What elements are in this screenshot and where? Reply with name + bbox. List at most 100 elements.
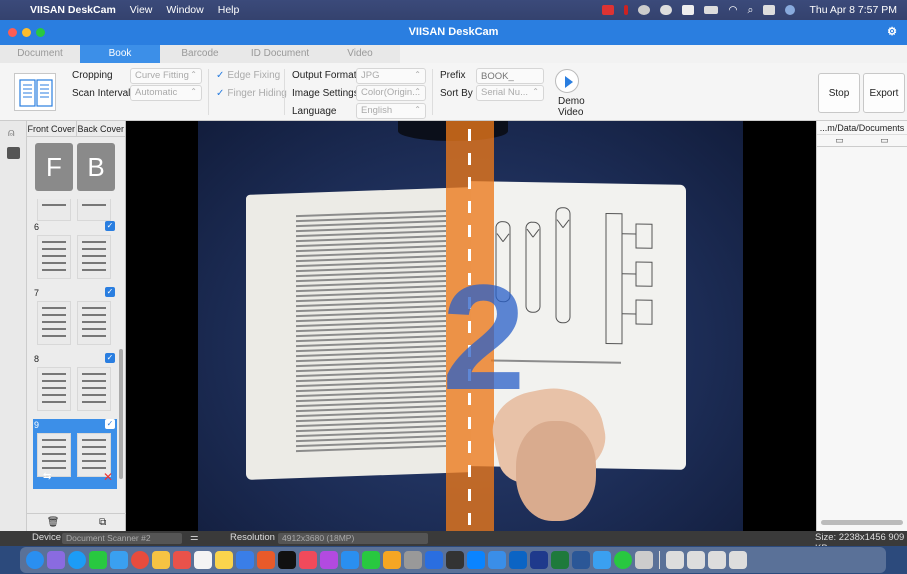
- checkbox-checked-icon[interactable]: ✓: [105, 353, 115, 363]
- image-icon[interactable]: [7, 147, 20, 159]
- trash-bin-icon[interactable]: [729, 551, 747, 569]
- trash-icon[interactable]: 🗑: [47, 517, 60, 528]
- record-icon[interactable]: [624, 5, 629, 15]
- calendar-icon[interactable]: [194, 551, 212, 569]
- list-item-selected[interactable]: 9 ✓ ⇆ ✕: [33, 419, 117, 489]
- page-thumbnail[interactable]: [37, 199, 71, 221]
- facetime-icon[interactable]: [173, 551, 191, 569]
- word-icon[interactable]: [572, 551, 590, 569]
- checkbox-checked-icon[interactable]: ✓: [105, 221, 115, 231]
- reminders-icon[interactable]: [257, 551, 275, 569]
- thumbnail-scrollbar[interactable]: [119, 349, 123, 479]
- mail-icon[interactable]: [602, 5, 615, 15]
- list-item[interactable]: 6 ✓: [33, 221, 117, 287]
- minimized-window-icon[interactable]: [708, 551, 726, 569]
- system-preferences-icon[interactable]: [404, 551, 422, 569]
- menu-view[interactable]: View: [130, 4, 153, 16]
- sort-by-select[interactable]: Serial Nu...: [476, 85, 544, 101]
- menu-window[interactable]: Window: [166, 4, 203, 16]
- minimized-window-icon[interactable]: [687, 551, 705, 569]
- device-select[interactable]: Document Scanner #2: [62, 533, 182, 544]
- wechat-app-icon[interactable]: [362, 551, 380, 569]
- back-cover-slot[interactable]: B: [77, 143, 115, 191]
- menu-app-name[interactable]: VIISAN DeskCam: [30, 4, 116, 16]
- page-thumbnail[interactable]: [77, 301, 111, 345]
- clock[interactable]: Thu Apr 8 7:57 PM: [809, 4, 897, 16]
- stop-button[interactable]: Stop: [818, 73, 860, 113]
- whatsapp-icon[interactable]: [614, 551, 632, 569]
- copy-icon[interactable]: ⧉: [99, 517, 106, 528]
- tab-back-cover[interactable]: Back Cover: [75, 121, 126, 136]
- finger-hiding-checkbox[interactable]: ✓ Finger Hiding: [216, 88, 287, 99]
- messages-icon[interactable]: [89, 551, 107, 569]
- camera-preview[interactable]: 2: [126, 121, 816, 531]
- tab-video[interactable]: Video: [320, 45, 400, 63]
- input-a-icon[interactable]: [682, 5, 695, 15]
- teamviewer-icon[interactable]: [593, 551, 611, 569]
- zoom-window-button[interactable]: [36, 28, 45, 37]
- cropping-select[interactable]: Curve Fitting: [130, 68, 202, 84]
- settings-icon[interactable]: ⚙: [887, 20, 897, 45]
- podcasts-icon[interactable]: [320, 551, 338, 569]
- page-thumbnail[interactable]: [77, 199, 111, 221]
- edge-fixing-checkbox[interactable]: ✓ Edge Fixing: [216, 70, 280, 81]
- output-path[interactable]: ...m/Data/Documents: [817, 121, 907, 135]
- folder-icon[interactable]: ▭: [880, 135, 889, 146]
- language-select[interactable]: English: [356, 103, 426, 119]
- keynote-icon[interactable]: [236, 551, 254, 569]
- checkbox-checked-icon[interactable]: ✓: [105, 419, 115, 429]
- open-folder-icon[interactable]: ▭: [835, 135, 844, 146]
- viisan-deskcam-icon[interactable]: [488, 551, 506, 569]
- output-format-select[interactable]: JPG: [356, 68, 426, 84]
- front-cover-slot[interactable]: F: [35, 143, 73, 191]
- control-center-icon[interactable]: [763, 5, 776, 15]
- xcode-icon[interactable]: [425, 551, 443, 569]
- checkbox-checked-icon[interactable]: ✓: [105, 287, 115, 297]
- close-window-button[interactable]: [8, 28, 17, 37]
- move-icon[interactable]: ⇆: [43, 471, 51, 482]
- page-thumbnail[interactable]: [77, 367, 111, 411]
- minimize-window-button[interactable]: [22, 28, 31, 37]
- export-button[interactable]: Export: [863, 73, 905, 113]
- prefix-input[interactable]: [476, 68, 544, 84]
- chrome-icon[interactable]: [131, 551, 149, 569]
- wechat-icon[interactable]: [638, 5, 651, 15]
- music-icon[interactable]: [299, 551, 317, 569]
- outlook-icon[interactable]: [509, 551, 527, 569]
- user-icon[interactable]: ⍝: [8, 127, 15, 140]
- notes-icon[interactable]: [215, 551, 233, 569]
- app-store-icon[interactable]: [341, 551, 359, 569]
- tab-barcode[interactable]: Barcode: [160, 45, 240, 63]
- finder-icon[interactable]: [26, 551, 44, 569]
- demo-video-label[interactable]: Demo Video: [558, 96, 588, 118]
- list-item[interactable]: [33, 199, 117, 221]
- tab-id-document[interactable]: ID Document: [240, 45, 320, 63]
- page-thumbnail[interactable]: [37, 367, 71, 411]
- cloud-icon[interactable]: [660, 5, 673, 15]
- pages-icon[interactable]: [383, 551, 401, 569]
- sliders-icon[interactable]: ⚌: [190, 532, 199, 543]
- delete-icon[interactable]: ✕: [103, 470, 113, 484]
- launchpad-icon[interactable]: [47, 551, 65, 569]
- preview-icon[interactable]: [635, 551, 653, 569]
- tv-icon[interactable]: [278, 551, 296, 569]
- safari-icon[interactable]: [68, 551, 86, 569]
- page-thumbnail[interactable]: [77, 235, 111, 279]
- siri-icon[interactable]: [785, 5, 796, 15]
- scan-interval-select[interactable]: Automatic: [130, 85, 202, 101]
- resolution-select[interactable]: 4912x3680 (18MP): [278, 533, 428, 544]
- battery-icon[interactable]: [704, 6, 719, 14]
- photos-icon[interactable]: [152, 551, 170, 569]
- downloads-icon[interactable]: [666, 551, 684, 569]
- output-scrollbar[interactable]: [821, 520, 903, 525]
- mail-app-icon[interactable]: [110, 551, 128, 569]
- messenger-icon[interactable]: [467, 551, 485, 569]
- photoshop-icon[interactable]: [530, 551, 548, 569]
- image-settings-select[interactable]: Color(Origin...: [356, 85, 426, 101]
- search-icon[interactable]: ⌕: [748, 4, 754, 17]
- wifi-icon[interactable]: ◠: [728, 4, 737, 16]
- list-item[interactable]: 8 ✓: [33, 353, 117, 419]
- tab-book[interactable]: Book: [80, 45, 160, 63]
- menu-help[interactable]: Help: [218, 4, 240, 16]
- page-thumbnail[interactable]: [37, 301, 71, 345]
